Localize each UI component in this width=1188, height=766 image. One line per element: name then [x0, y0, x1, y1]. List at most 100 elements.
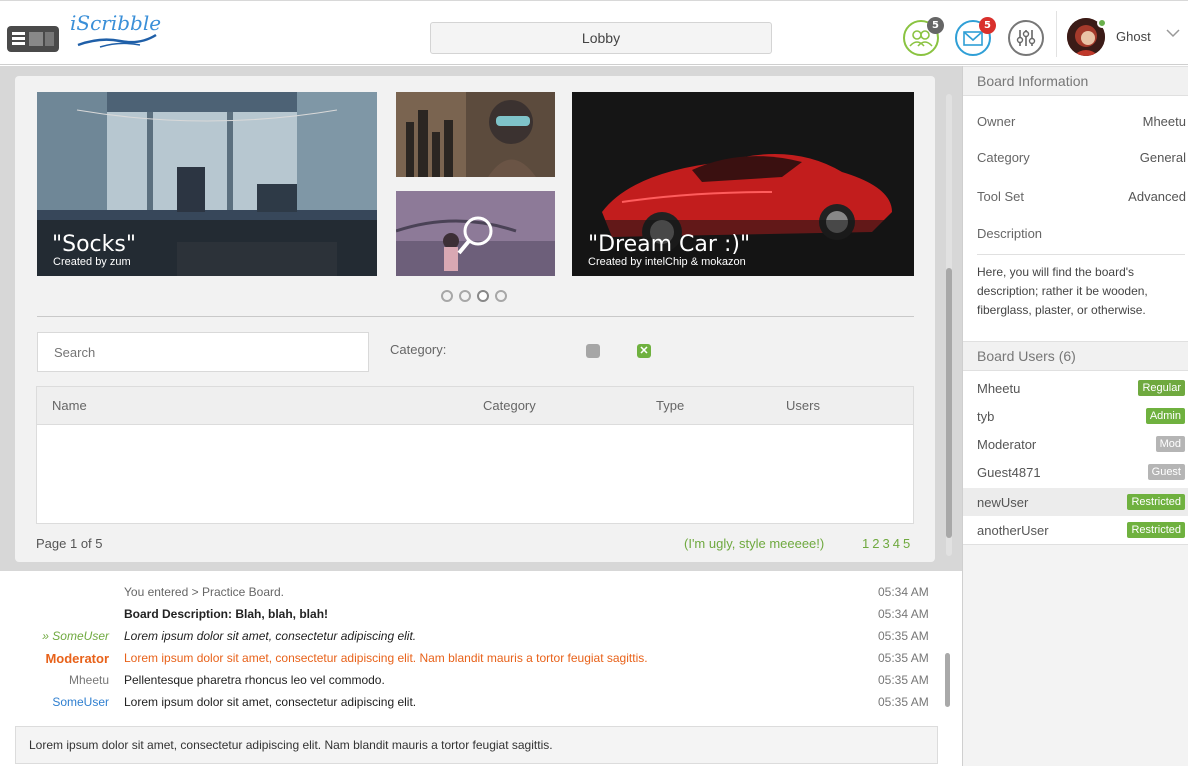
chat-text: Lorem ipsum dolor sit amet, consectetur … — [124, 629, 417, 643]
board-description: Here, you will find the board's descript… — [977, 265, 1148, 317]
chat-message: Mheetu Pellentesque pharetra rhoncus leo… — [0, 669, 962, 691]
slide-subtitle: Created by zum — [53, 256, 131, 268]
chat-text: Board Description: Blah, blah, blah! — [124, 607, 329, 621]
slide-subtitle: Created by intelChip & mokazon — [588, 256, 746, 268]
user-name: anotherUser — [977, 523, 1049, 538]
lobby-card: "Socks" Created by zum "Dream Car:)" Cr… — [15, 76, 935, 562]
chat-nick[interactable]: Mheetu — [69, 673, 109, 687]
slide-title: "Socks" — [52, 232, 136, 257]
info-value: Advanced — [1128, 189, 1186, 204]
category-filter-label: Category: — [390, 342, 447, 357]
room-title-field[interactable]: Lobby — [430, 22, 772, 54]
user-row[interactable]: Mheetu Regular — [963, 374, 1188, 402]
page-link-2[interactable]: 2 — [872, 536, 879, 551]
chat-message: You entered > Practice Board. 05:34 AM — [0, 581, 962, 603]
user-name: Mheetu — [977, 381, 1021, 396]
user-row[interactable]: Moderator Mod — [963, 430, 1188, 458]
chat-time: 05:35 AM — [878, 651, 929, 665]
chat-text: You entered > Practice Board. — [124, 585, 284, 599]
main-scrollbar-thumb[interactable] — [946, 268, 952, 538]
user-row[interactable]: tyb Admin — [963, 402, 1188, 430]
user-row[interactable]: newUser Restricted — [963, 488, 1188, 516]
chat-nick[interactable]: » SomeUser — [42, 629, 109, 643]
page-link-1[interactable]: 1 — [862, 536, 869, 551]
lobby-main: "Socks" Created by zum "Dream Car:)" Cr… — [0, 66, 962, 571]
board-info-header: Board Information — [963, 66, 1188, 96]
sliders-icon — [1016, 30, 1036, 46]
table-header: Name Category Type Users — [37, 387, 913, 425]
username[interactable]: Ghost — [1116, 29, 1151, 44]
bridge-artwork — [396, 191, 555, 276]
slide-title: "Dream Car :)" — [588, 232, 751, 257]
info-key: Owner — [977, 114, 1016, 129]
menu-toggle-button[interactable] — [7, 26, 59, 52]
chat-time: 05:35 AM — [878, 629, 929, 643]
chat-message: Board Description: Blah, blah, blah! 05:… — [0, 603, 962, 625]
hamburger-icon — [12, 32, 25, 46]
chat-time: 05:34 AM — [878, 585, 929, 599]
boards-table: Name Category Type Users — [36, 386, 914, 524]
column-header-category[interactable]: Category — [483, 398, 536, 413]
role-badge-regular: Regular — [1138, 380, 1185, 396]
chat-nick[interactable]: SomeUser — [52, 695, 109, 709]
info-value: General — [1139, 150, 1186, 165]
featured-slide-bridge[interactable] — [396, 191, 555, 276]
carousel-dots — [441, 290, 516, 304]
pagination: 12345 — [862, 536, 913, 551]
user-name: Moderator — [977, 437, 1037, 452]
user-name: newUser — [977, 495, 1029, 510]
sidebar-empty-area — [963, 544, 1188, 766]
category-checkbox-2[interactable]: ✕ — [637, 344, 651, 358]
panel-icon — [29, 32, 43, 46]
chat-message: Moderator Lorem ipsum dolor sit amet, co… — [0, 647, 962, 669]
friends-button[interactable]: 5 — [903, 17, 944, 56]
featured-slide-scifi[interactable] — [396, 92, 555, 177]
info-row-toolset: Tool Set Advanced — [977, 189, 1186, 209]
top-bar: iScribble Lobby 5 5 Ghost — [0, 0, 1188, 65]
chat-text: Lorem ipsum dolor sit amet, consectetur … — [124, 695, 417, 709]
user-row[interactable]: anotherUser Restricted — [963, 516, 1188, 544]
chat-panel: You entered > Practice Board. 05:34 AM B… — [0, 571, 962, 766]
messages-count-badge: 5 — [979, 17, 996, 34]
logo-swash-icon — [77, 33, 157, 48]
chevron-down-icon[interactable] — [1166, 28, 1180, 38]
role-badge-restricted: Restricted — [1127, 494, 1185, 510]
carousel-dot-3[interactable] — [477, 290, 489, 302]
column-header-users[interactable]: Users — [786, 398, 820, 413]
online-status-dot — [1097, 18, 1107, 28]
chat-text: Pellentesque pharetra rhoncus leo vel co… — [124, 673, 385, 687]
panel-icon-secondary — [45, 32, 54, 46]
column-header-type[interactable]: Type — [656, 398, 684, 413]
info-value: Mheetu — [1142, 114, 1186, 129]
category-checkbox-1[interactable] — [586, 344, 600, 358]
role-badge-admin: Admin — [1145, 408, 1185, 424]
chat-nick[interactable]: Moderator — [45, 651, 109, 666]
role-badge-guest: Guest — [1147, 464, 1185, 480]
user-name: Guest4871 — [977, 465, 1041, 480]
carousel-dot-1[interactable] — [441, 290, 453, 302]
user-row[interactable]: Guest4871 Guest — [963, 458, 1188, 486]
chat-scrollbar-thumb[interactable] — [945, 653, 950, 707]
info-divider — [977, 254, 1185, 255]
carousel-dot-2[interactable] — [459, 290, 471, 302]
featured-slide-dream-car[interactable]: "Dream Car :)" Created by intelChip & mo… — [572, 92, 914, 276]
messages-button[interactable]: 5 — [955, 17, 996, 56]
featured-slide-socks[interactable]: "Socks" Created by zum — [37, 92, 377, 276]
role-badge-mod: Mod — [1155, 436, 1185, 452]
chat-message: » SomeUser Lorem ipsum dolor sit amet, c… — [0, 625, 962, 647]
board-search-input[interactable] — [37, 332, 369, 372]
column-header-name[interactable]: Name — [52, 398, 87, 413]
info-key: Category — [977, 150, 1030, 165]
logo[interactable]: iScribble — [70, 11, 161, 51]
page-link-4[interactable]: 4 — [893, 536, 900, 551]
user-name: tyb — [977, 409, 995, 424]
chat-input[interactable] — [15, 726, 938, 764]
page-link-3[interactable]: 3 — [882, 536, 889, 551]
chat-text: Lorem ipsum dolor sit amet, consectetur … — [124, 651, 648, 665]
settings-button[interactable] — [1008, 20, 1044, 56]
page-link-5[interactable]: 5 — [903, 536, 910, 551]
board-users-header: Board Users (6) — [963, 341, 1188, 371]
friends-count-badge: 5 — [927, 17, 944, 34]
carousel-dot-4[interactable] — [495, 290, 507, 302]
chat-time: 05:35 AM — [878, 673, 929, 687]
